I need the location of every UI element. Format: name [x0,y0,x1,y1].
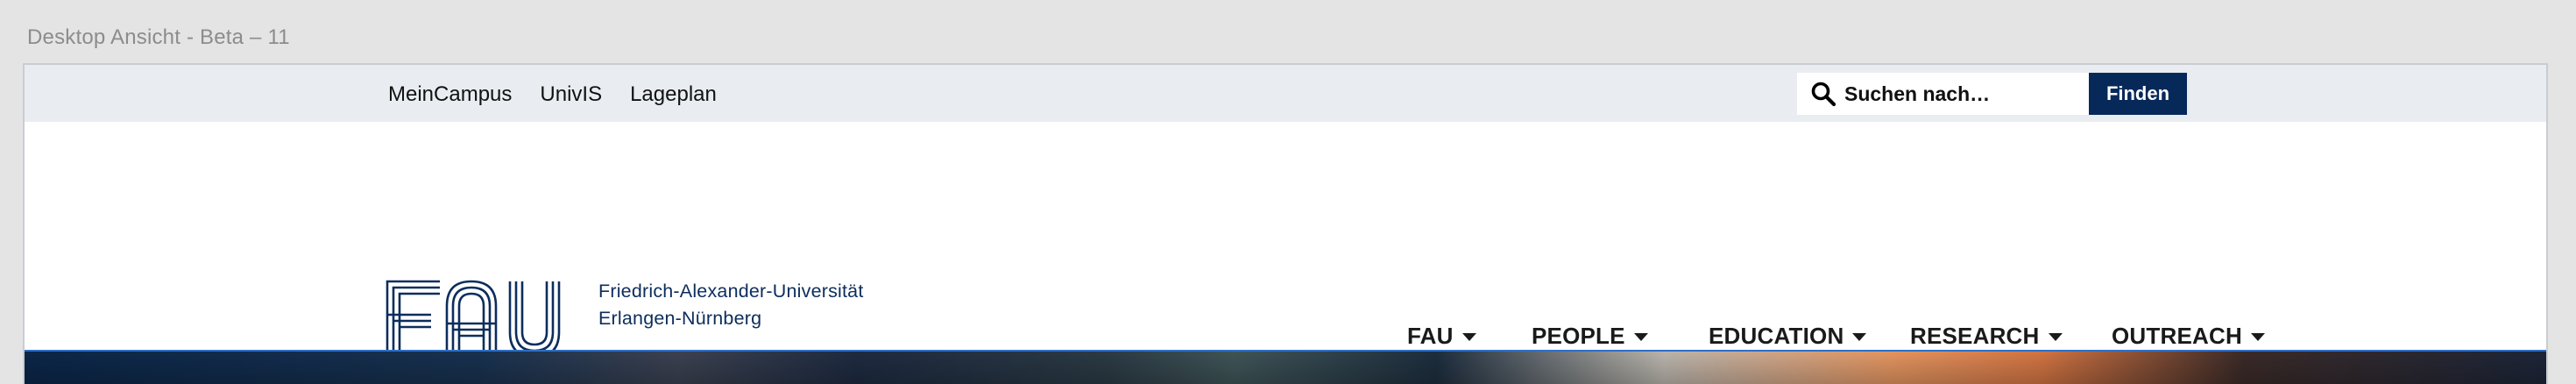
nav-item-outreach[interactable]: OUTREACH [2112,323,2265,350]
nav-item-research[interactable]: RESEARCH [1910,323,2063,350]
university-name-line2: Erlangen-Nürnberg [598,308,762,329]
nav-item-people[interactable]: PEOPLE [1532,323,1648,350]
fau-logo-mark [386,280,561,359]
meta-link-univis[interactable]: UnivIS [540,82,602,107]
caret-down-icon [1852,332,1867,341]
meta-bar: MeinCampus UnivIS Lageplan Finden [25,65,2546,122]
search-input[interactable] [1844,75,2098,113]
fau-logo[interactable]: Friedrich-Alexander-Universität Erlangen… [386,280,864,359]
nav-item-education[interactable]: EDUCATION [1709,323,1867,350]
nav-label: OUTREACH [2112,323,2242,349]
search-icon [1802,73,1844,115]
site-header: Friedrich-Alexander-Universität Erlangen… [25,122,2546,359]
caret-down-icon [2048,332,2063,341]
nav-label: FAU [1407,323,1454,349]
caret-down-icon [2250,332,2265,341]
hero-image-shade [25,352,2546,384]
nav-label: PEOPLE [1532,323,1625,349]
artboard-title: Desktop Ansicht - Beta – 11 [27,25,290,49]
hero-image [25,350,2546,384]
browser-frame: MeinCampus UnivIS Lageplan Finden [23,63,2548,384]
nav-item-fau[interactable]: FAU [1407,323,1476,350]
meta-link-meincampus[interactable]: MeinCampus [388,82,512,107]
caret-down-icon [1633,332,1648,341]
meta-link-lageplan[interactable]: Lageplan [630,82,717,107]
meta-links: MeinCampus UnivIS Lageplan [388,82,717,107]
university-name-line1: Friedrich-Alexander-Universität [598,281,864,302]
university-name: Friedrich-Alexander-Universität Erlangen… [598,278,864,332]
nav-label: EDUCATION [1709,323,1844,349]
search-box [1797,73,2111,115]
nav-label: RESEARCH [1910,323,2040,349]
caret-down-icon [1461,332,1476,341]
find-button[interactable]: Finden [2089,73,2187,115]
